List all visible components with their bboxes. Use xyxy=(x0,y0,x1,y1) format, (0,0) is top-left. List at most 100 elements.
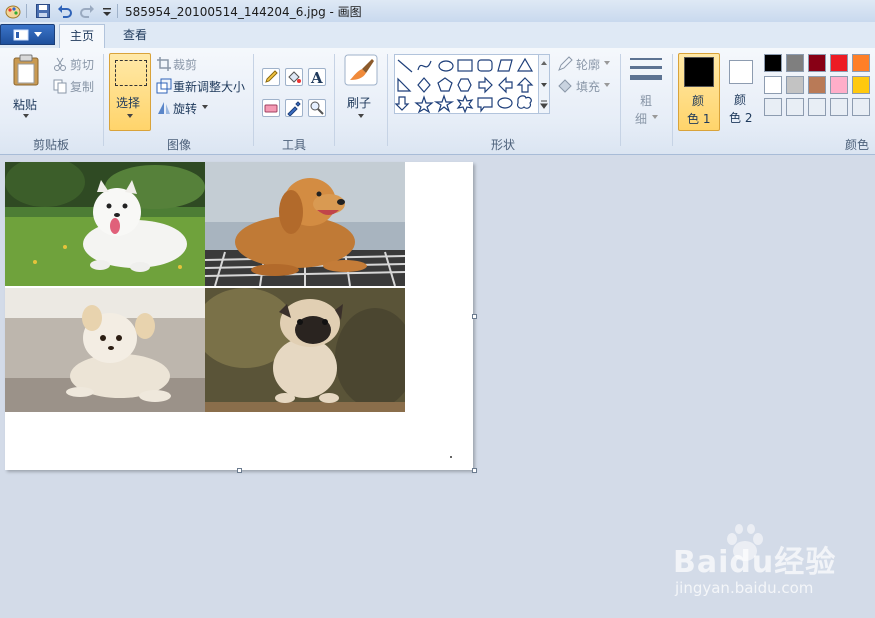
svg-text:A: A xyxy=(310,69,323,85)
size-button[interactable]: 粗 细 xyxy=(627,54,665,130)
line-size-icon xyxy=(630,58,662,80)
palette-swatch[interactable] xyxy=(830,98,848,116)
chevron-down-icon xyxy=(358,114,364,118)
chevron-down-icon xyxy=(604,83,610,87)
image-group-label: 图像 xyxy=(167,138,192,152)
size-label-top: 粗 xyxy=(640,94,653,108)
shapes-gallery[interactable] xyxy=(394,54,550,114)
copy-button[interactable]: 复制 xyxy=(70,78,94,95)
redo-icon[interactable] xyxy=(79,3,95,19)
palette-swatch[interactable] xyxy=(852,76,870,94)
copy-icon xyxy=(53,79,67,94)
rotate-button[interactable]: 旋转 xyxy=(173,100,197,117)
photo-golden-retriever xyxy=(205,162,405,286)
chevron-down-icon xyxy=(202,105,208,109)
shapes-gallery-icons xyxy=(394,57,534,114)
photo-pug xyxy=(205,288,405,412)
fill-tool[interactable] xyxy=(285,68,303,86)
palette-swatch[interactable] xyxy=(830,54,848,72)
eyedropper-icon xyxy=(287,101,301,117)
resize-icon xyxy=(156,78,172,94)
chevron-down-icon xyxy=(34,32,42,37)
crop-icon xyxy=(157,57,171,71)
baidu-watermark: Baidu经验 jingyan.baidu.com xyxy=(673,523,835,603)
shapes-group-label: 形状 xyxy=(491,138,516,152)
brush-label: 刷子 xyxy=(347,96,372,110)
eraser-tool[interactable] xyxy=(262,99,280,117)
paste-button[interactable]: 粘贴 xyxy=(6,52,46,126)
magnifier-tool[interactable] xyxy=(308,99,326,117)
chevron-down-icon xyxy=(23,114,29,118)
color1-button[interactable]: 颜 色 1 xyxy=(678,53,720,131)
color1-swatch xyxy=(684,57,714,87)
photo-white-samoyed xyxy=(5,162,205,286)
save-icon[interactable] xyxy=(35,3,51,19)
fill-icon xyxy=(558,79,572,93)
color2-button[interactable]: 颜 色 2 xyxy=(723,53,759,131)
paste-label: 粘贴 xyxy=(13,98,38,112)
cut-button[interactable]: 剪切 xyxy=(70,56,94,73)
group-separator xyxy=(103,54,104,146)
title-bar: 585954_20100514_144204_6.jpg - 画图 xyxy=(0,0,875,23)
tab-view[interactable]: 查看 xyxy=(112,24,158,48)
chevron-down-icon xyxy=(652,115,658,119)
canvas-resize-handle-corner[interactable] xyxy=(472,468,477,473)
palette-swatch[interactable] xyxy=(786,54,804,72)
color2-label-top: 颜 xyxy=(734,93,747,107)
group-separator xyxy=(387,54,388,146)
palette-swatch[interactable] xyxy=(808,54,826,72)
color2-swatch xyxy=(729,60,753,84)
group-separator xyxy=(334,54,335,146)
colors-group-label: 颜色 xyxy=(845,138,870,152)
rotate-icon xyxy=(158,102,170,114)
canvas-resize-handle-right[interactable] xyxy=(472,314,477,319)
menu-icon xyxy=(13,29,29,41)
file-menu-button[interactable] xyxy=(0,24,55,45)
chevron-down-icon xyxy=(604,61,610,65)
paint-bucket-icon xyxy=(288,71,301,83)
window-title: 585954_20100514_144204_6.jpg - 画图 xyxy=(125,5,362,19)
select-rectangle-icon xyxy=(115,60,147,86)
palette-swatch[interactable] xyxy=(764,76,782,94)
pug-image xyxy=(205,288,405,412)
size-label-bottom: 细 xyxy=(635,112,648,126)
drawing-canvas[interactable] xyxy=(5,162,473,470)
palette-swatch[interactable] xyxy=(852,54,870,72)
ribbon-tab-row: 主页 查看 xyxy=(0,22,875,48)
undo-icon[interactable] xyxy=(57,3,73,19)
white-dog-image xyxy=(5,162,205,286)
brush-button[interactable]: 刷子 xyxy=(342,54,380,126)
color2-label-bottom: 色 2 xyxy=(729,111,753,125)
fill-button[interactable]: 填充 xyxy=(576,78,600,95)
watermark-url: jingyan.baidu.com xyxy=(675,579,814,597)
group-separator xyxy=(620,54,621,146)
select-button[interactable]: 选择 xyxy=(109,53,151,131)
crop-button[interactable]: 裁剪 xyxy=(173,56,197,73)
scroll-arrows-icon xyxy=(540,61,548,109)
color1-label-bottom: 色 1 xyxy=(687,112,711,126)
palette-swatch[interactable] xyxy=(830,76,848,94)
palette-swatch[interactable] xyxy=(786,76,804,94)
palette-swatch[interactable] xyxy=(764,98,782,116)
palette-swatch[interactable] xyxy=(808,98,826,116)
text-tool[interactable]: A xyxy=(308,68,326,87)
tab-home[interactable]: 主页 xyxy=(59,24,105,48)
outline-icon xyxy=(558,56,573,71)
canvas-dot xyxy=(450,456,452,458)
palette-swatch[interactable] xyxy=(786,98,804,116)
paste-icon xyxy=(13,54,39,86)
paint-app-icon[interactable] xyxy=(5,3,21,19)
select-label: 选择 xyxy=(116,96,141,110)
shapes-scrollbar[interactable] xyxy=(538,54,550,114)
canvas-resize-handle-bottom[interactable] xyxy=(237,468,242,473)
magnifier-icon xyxy=(310,101,324,115)
palette-swatch[interactable] xyxy=(808,76,826,94)
outline-button[interactable]: 轮廓 xyxy=(576,56,600,73)
pencil-tool[interactable] xyxy=(262,68,280,86)
palette-swatch[interactable] xyxy=(852,98,870,116)
resize-button[interactable]: 重新调整大小 xyxy=(173,78,245,95)
color1-label-top: 颜 xyxy=(692,94,705,108)
palette-swatch[interactable] xyxy=(764,54,782,72)
color-picker-tool[interactable] xyxy=(285,99,303,117)
customize-toolbar-icon[interactable] xyxy=(99,3,115,19)
